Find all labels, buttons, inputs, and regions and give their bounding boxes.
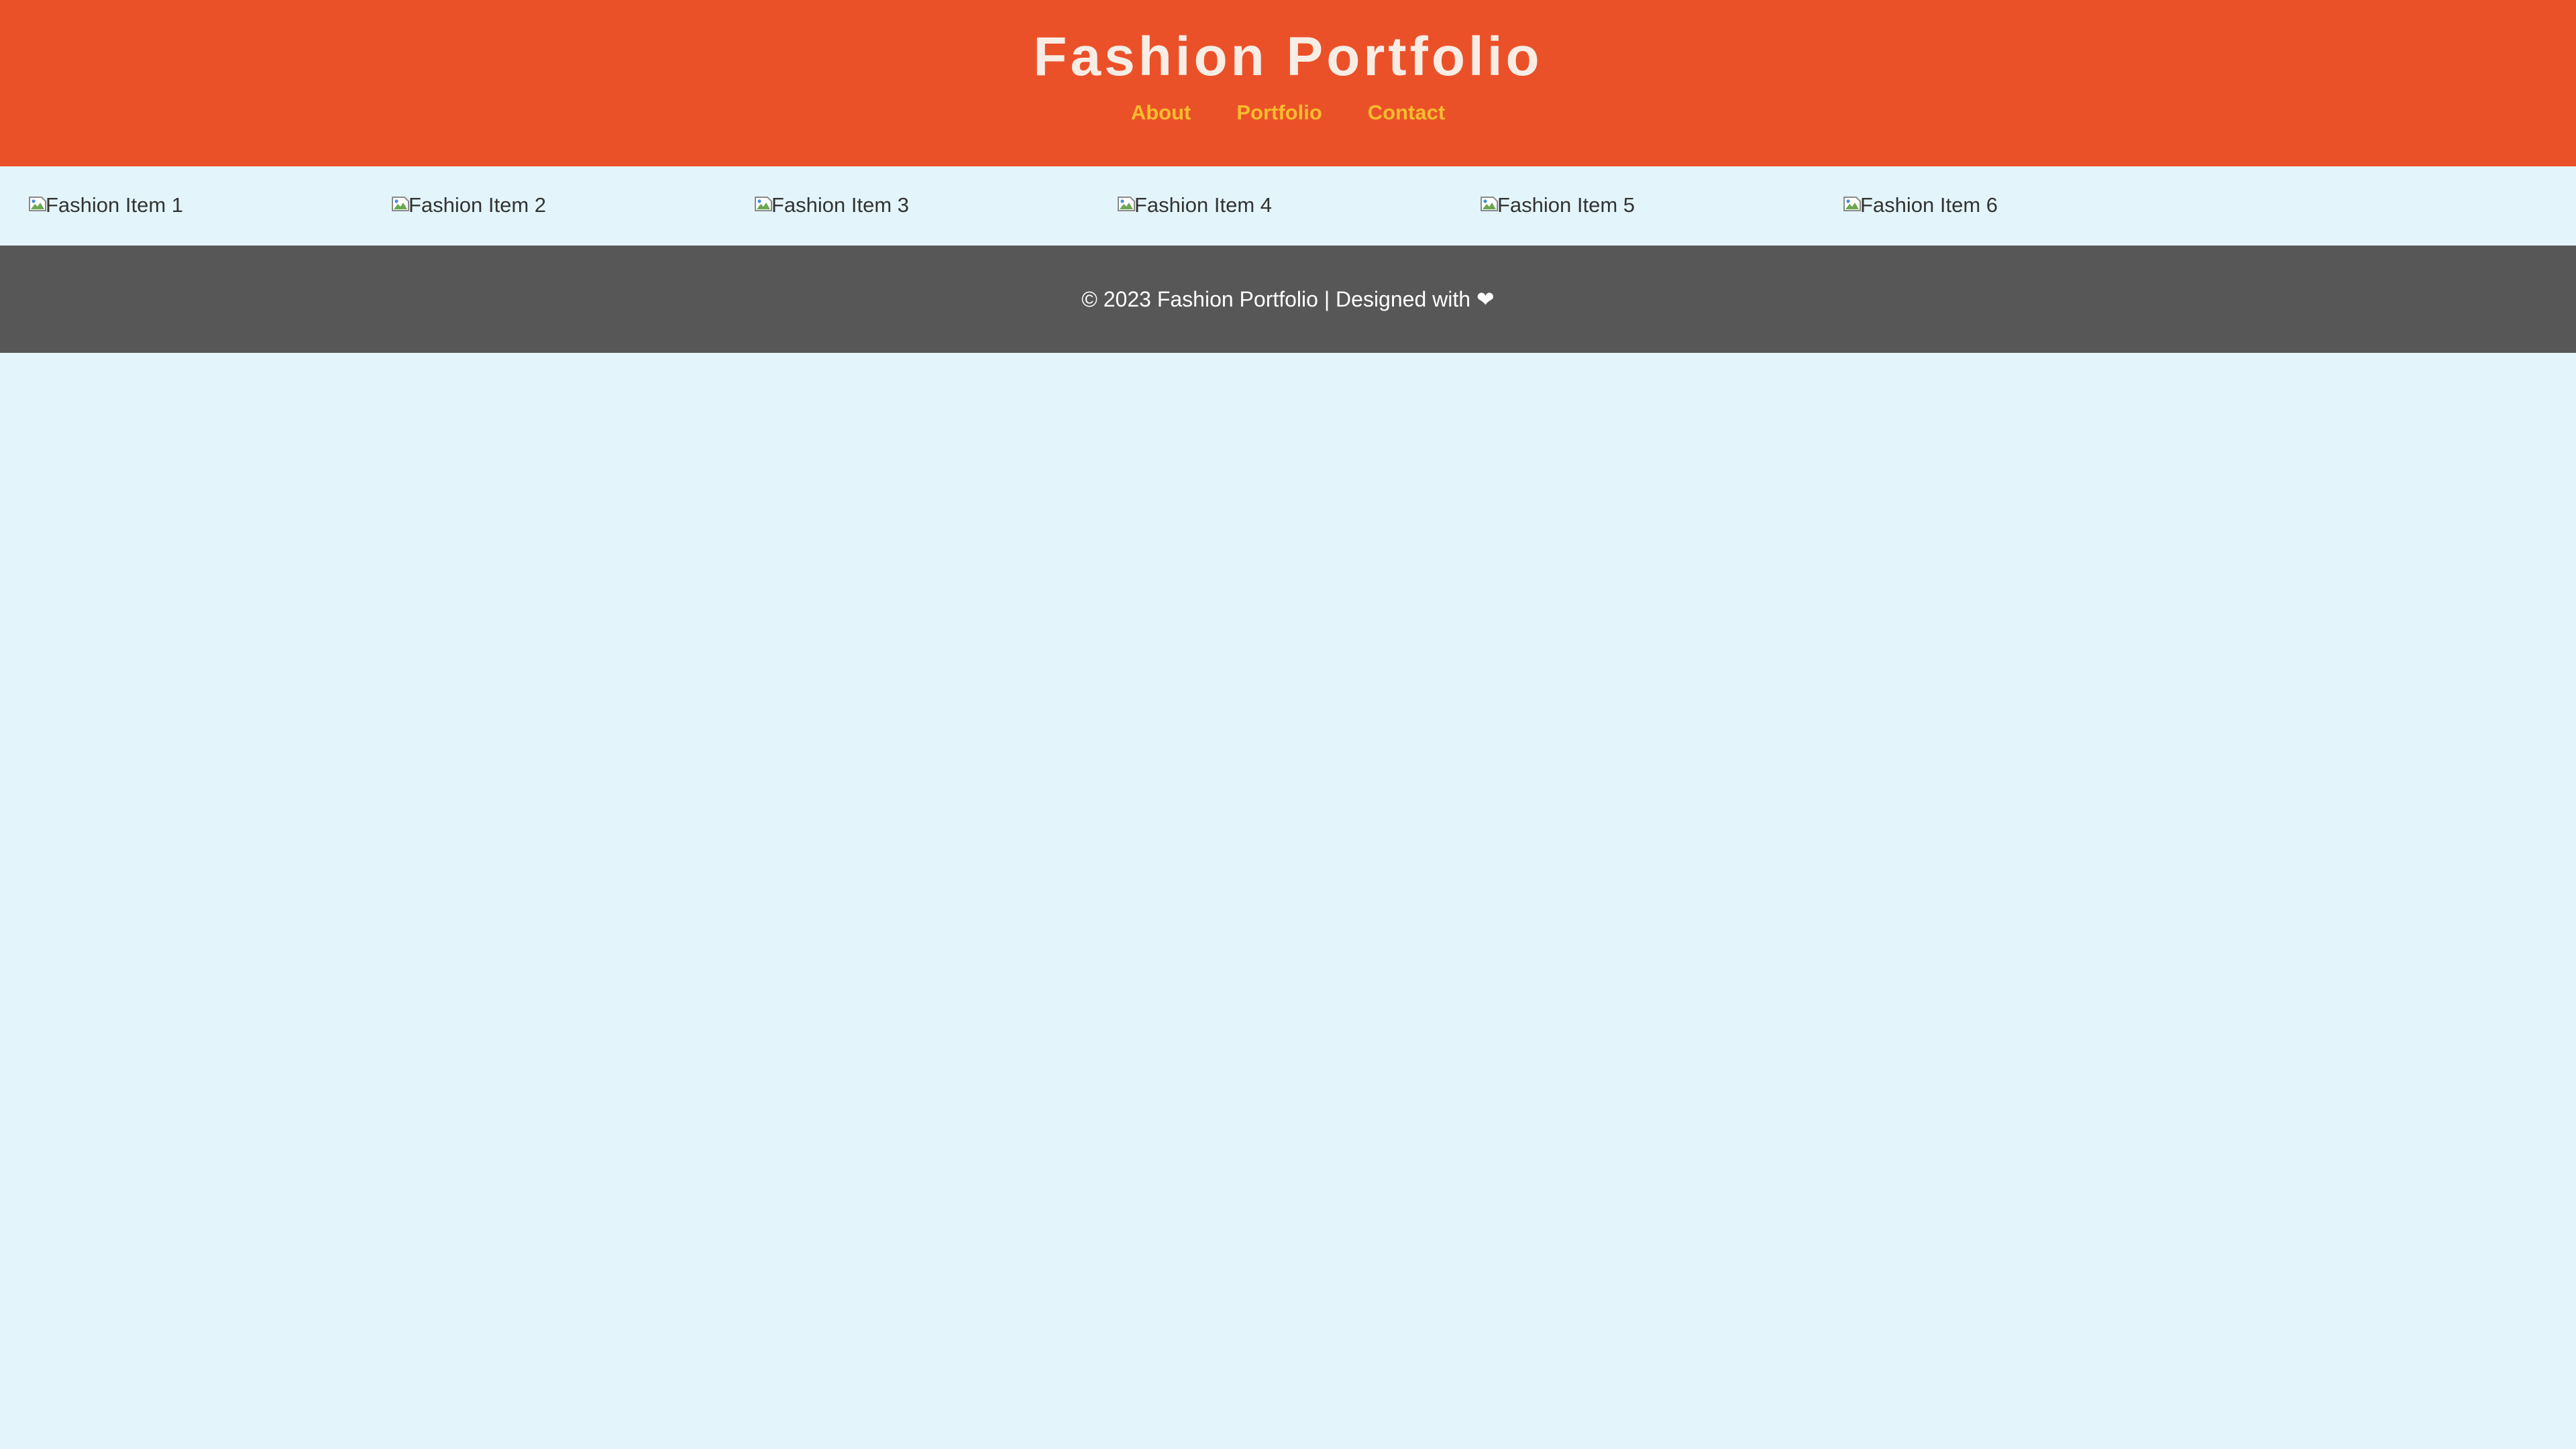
site-footer: © 2023 Fashion Portfolio | Designed with… [0, 246, 2576, 353]
main-nav: About Portfolio Contact [0, 99, 2576, 126]
gallery-item-alt: Fashion Item 5 [1497, 193, 1635, 217]
gallery-item-alt: Fashion Item 1 [46, 193, 184, 217]
nav-link-contact[interactable]: Contact [1368, 99, 1445, 126]
broken-image-icon [27, 193, 48, 215]
gallery-item-3[interactable]: Fashion Item 3 [753, 192, 909, 219]
gallery-item-4[interactable]: Fashion Item 4 [1116, 192, 1272, 219]
gallery-item-alt: Fashion Item 6 [1860, 193, 1998, 217]
footer-copyright: © 2023 Fashion Portfolio | Designed with… [1081, 287, 1495, 311]
site-header: Fashion Portfolio About Portfolio Contac… [0, 0, 2576, 166]
broken-image-icon [1479, 193, 1500, 215]
nav-link-portfolio[interactable]: Portfolio [1236, 99, 1322, 126]
portfolio-gallery: Fashion Item 1 Fashion Item 2 Fashion It… [0, 166, 2576, 246]
broken-image-icon [390, 193, 411, 215]
gallery-item-alt: Fashion Item 3 [771, 193, 910, 217]
broken-image-icon [1116, 193, 1137, 215]
gallery-item-1[interactable]: Fashion Item 1 [27, 192, 183, 219]
broken-image-icon [753, 193, 774, 215]
gallery-item-alt: Fashion Item 4 [1134, 193, 1273, 217]
nav-link-about[interactable]: About [1131, 99, 1191, 126]
gallery-item-2[interactable]: Fashion Item 2 [390, 192, 546, 219]
site-title: Fashion Portfolio [1033, 26, 1543, 87]
gallery-item-alt: Fashion Item 2 [409, 193, 547, 217]
gallery-item-5[interactable]: Fashion Item 5 [1479, 192, 1635, 219]
broken-image-icon [1841, 193, 1863, 215]
gallery-item-6[interactable]: Fashion Item 6 [1841, 192, 1998, 219]
